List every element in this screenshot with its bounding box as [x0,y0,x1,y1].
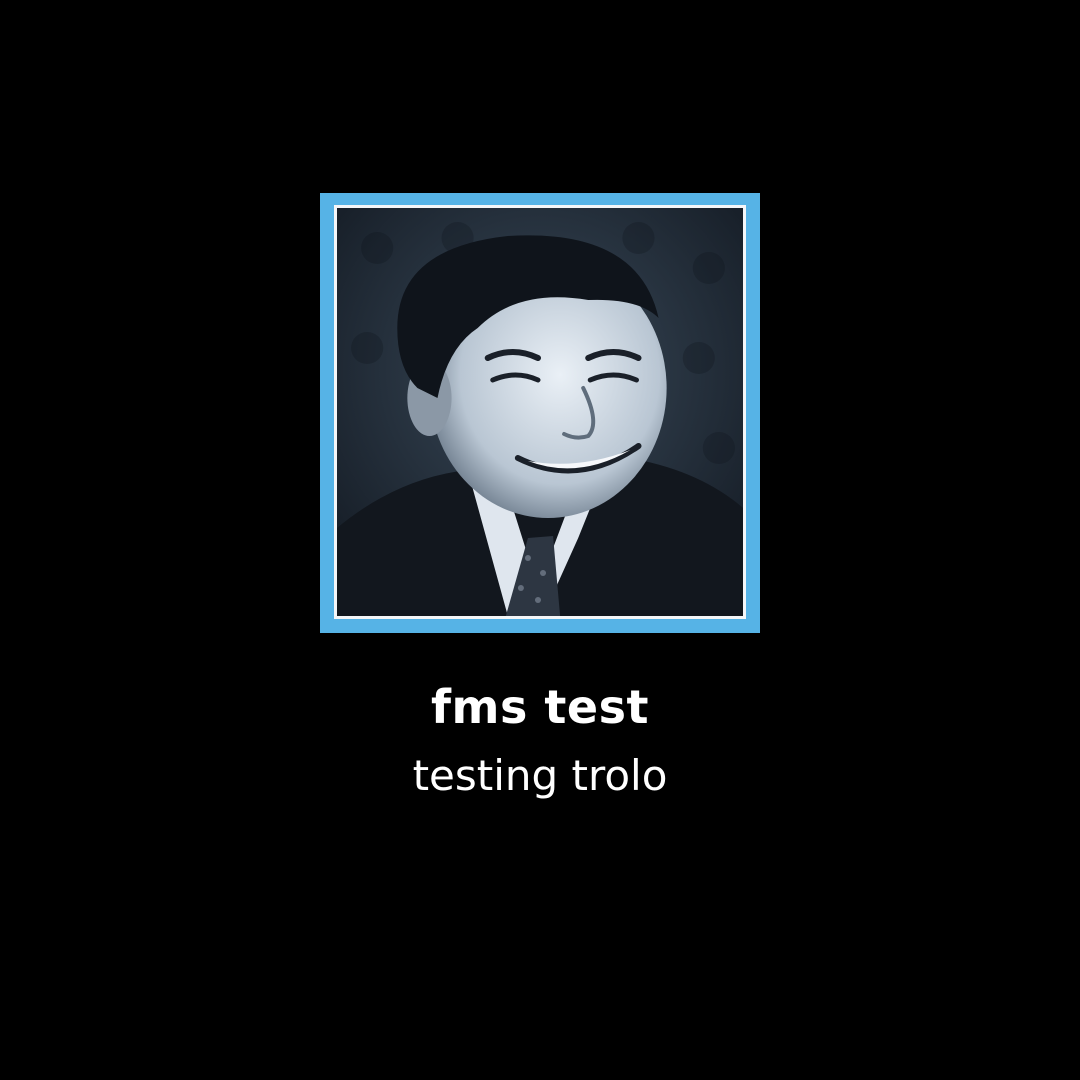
media-subtitle: testing trolo [412,751,668,800]
portrait-photo [334,205,746,619]
media-screen: fms test testing trolo [0,0,1080,1080]
portrait-photo-icon [337,208,743,616]
media-title: fms test [431,680,649,734]
album-art-frame [320,193,760,633]
